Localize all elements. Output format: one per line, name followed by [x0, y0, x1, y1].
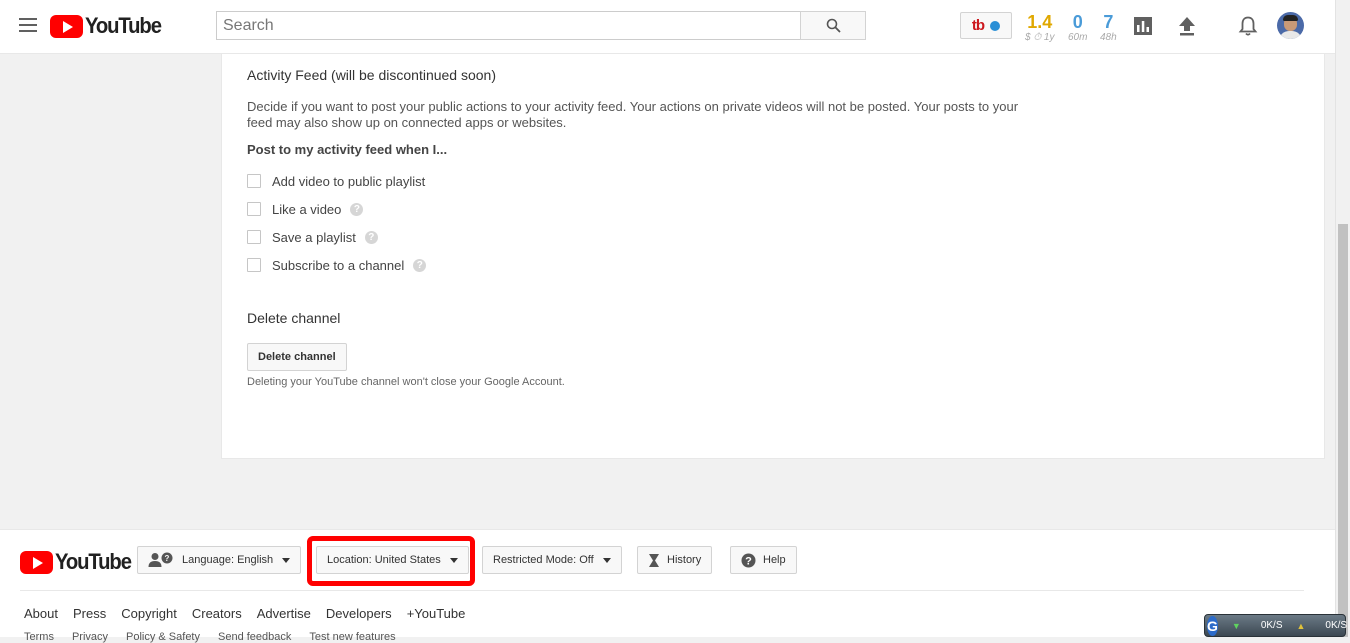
checkbox-save-playlist[interactable]	[247, 230, 261, 244]
option-subscribe[interactable]: Subscribe to a channel ?	[247, 256, 427, 274]
search-bar	[216, 11, 866, 40]
footer-link-test-features[interactable]: Test new features	[309, 631, 395, 643]
language-picker[interactable]: ? Language: English	[137, 546, 302, 574]
tubebuddy-icon: tb	[971, 17, 985, 34]
bell-icon[interactable]	[1236, 14, 1260, 38]
option-like-video[interactable]: Like a video ?	[247, 200, 364, 218]
help-icon[interactable]: ?	[350, 202, 364, 216]
footer-link-plus-youtube[interactable]: +YouTube	[407, 606, 466, 621]
location-highlight-annotation	[307, 536, 475, 586]
scrollbar[interactable]	[1335, 0, 1350, 637]
svg-text:?: ?	[745, 555, 752, 567]
activity-feed-title: Activity Feed (will be discontinued soon…	[247, 67, 497, 83]
hourglass-icon	[649, 553, 659, 567]
restricted-mode-picker[interactable]: Restricted Mode: Off	[482, 546, 622, 574]
checkbox-like-video[interactable]	[247, 202, 261, 216]
download-rate: 0K/S	[1260, 620, 1283, 631]
checkbox-add-video[interactable]	[247, 174, 261, 188]
upload-icon[interactable]	[1175, 14, 1199, 38]
footer-link-terms[interactable]: Terms	[24, 631, 54, 643]
network-monitor-icon: G	[1207, 615, 1218, 636]
menu-icon[interactable]	[19, 18, 37, 34]
delete-channel-title: Delete channel	[247, 310, 341, 326]
activity-feed-description: Decide if you want to post your public a…	[247, 99, 1019, 130]
footer-link-about[interactable]: About	[24, 606, 58, 621]
status-dot	[990, 20, 1001, 31]
delete-channel-button[interactable]: Delete channel	[247, 343, 347, 371]
chevron-down-icon	[602, 557, 611, 563]
download-arrow-icon: ▼	[1231, 620, 1241, 631]
checkbox-subscribe[interactable]	[247, 258, 261, 272]
stat-60m[interactable]: 0 60m	[1068, 13, 1087, 45]
network-speed-widget[interactable]: G ▼ 0K/S ▲ 0K/S	[1204, 614, 1348, 637]
stat-revenue[interactable]: 1.4 $ ⏱ 1y	[1025, 13, 1054, 45]
help-icon[interactable]: ?	[413, 258, 427, 272]
avatar[interactable]	[1277, 12, 1304, 39]
search-icon	[826, 18, 841, 33]
footer-link-advertise[interactable]: Advertise	[257, 606, 311, 621]
search-button[interactable]	[800, 11, 866, 40]
option-save-playlist[interactable]: Save a playlist ?	[247, 228, 378, 246]
option-add-video[interactable]: Add video to public playlist	[247, 172, 425, 190]
footer-link-developers[interactable]: Developers	[326, 606, 392, 621]
delete-channel-note: Deleting your YouTube channel won't clos…	[247, 376, 565, 388]
footer-links: About Press Copyright Creators Advertise…	[24, 606, 480, 621]
search-input[interactable]	[216, 11, 800, 40]
footer-link-policy-safety[interactable]: Policy & Safety	[126, 631, 200, 643]
footer-link-copyright[interactable]: Copyright	[121, 606, 177, 621]
footer: YouTube ? Language: English Location: Un…	[0, 529, 1335, 643]
footer-link-send-feedback[interactable]: Send feedback	[218, 631, 291, 643]
help-icon: ?	[741, 553, 756, 567]
help-icon[interactable]: ?	[364, 230, 378, 244]
logo-text: YouTube	[85, 13, 162, 38]
chevron-down-icon	[282, 557, 291, 563]
stat-48h[interactable]: 7 48h	[1100, 13, 1117, 45]
history-button[interactable]: History	[637, 546, 713, 574]
analytics-icon[interactable]	[1131, 14, 1155, 38]
footer-link-creators[interactable]: Creators	[192, 606, 242, 621]
settings-card: Activity Feed (will be discontinued soon…	[221, 54, 1325, 459]
footer-secondary-links: Terms Privacy Policy & Safety Send feedb…	[24, 631, 414, 643]
youtube-logo[interactable]: YouTube	[50, 12, 167, 40]
footer-link-privacy[interactable]: Privacy	[72, 631, 108, 643]
divider	[20, 590, 1304, 591]
scrollbar-thumb[interactable]	[1338, 224, 1348, 637]
language-icon: ?	[148, 552, 173, 567]
upload-arrow-icon: ▲	[1296, 620, 1306, 631]
post-label: Post to my activity feed when I...	[247, 142, 448, 157]
upload-rate: 0K/S	[1325, 620, 1348, 631]
youtube-play-icon	[20, 550, 53, 574]
masthead: YouTube tb 1.4 $ ⏱ 1y 0 60m 7 48h	[0, 0, 1335, 54]
help-button[interactable]: ? Help	[730, 546, 797, 574]
svg-text:?: ?	[165, 554, 170, 563]
footer-youtube-logo[interactable]: YouTube	[20, 549, 137, 575]
youtube-play-icon	[50, 14, 83, 38]
footer-link-press[interactable]: Press	[73, 606, 106, 621]
tubebuddy-button[interactable]: tb	[960, 12, 1012, 39]
